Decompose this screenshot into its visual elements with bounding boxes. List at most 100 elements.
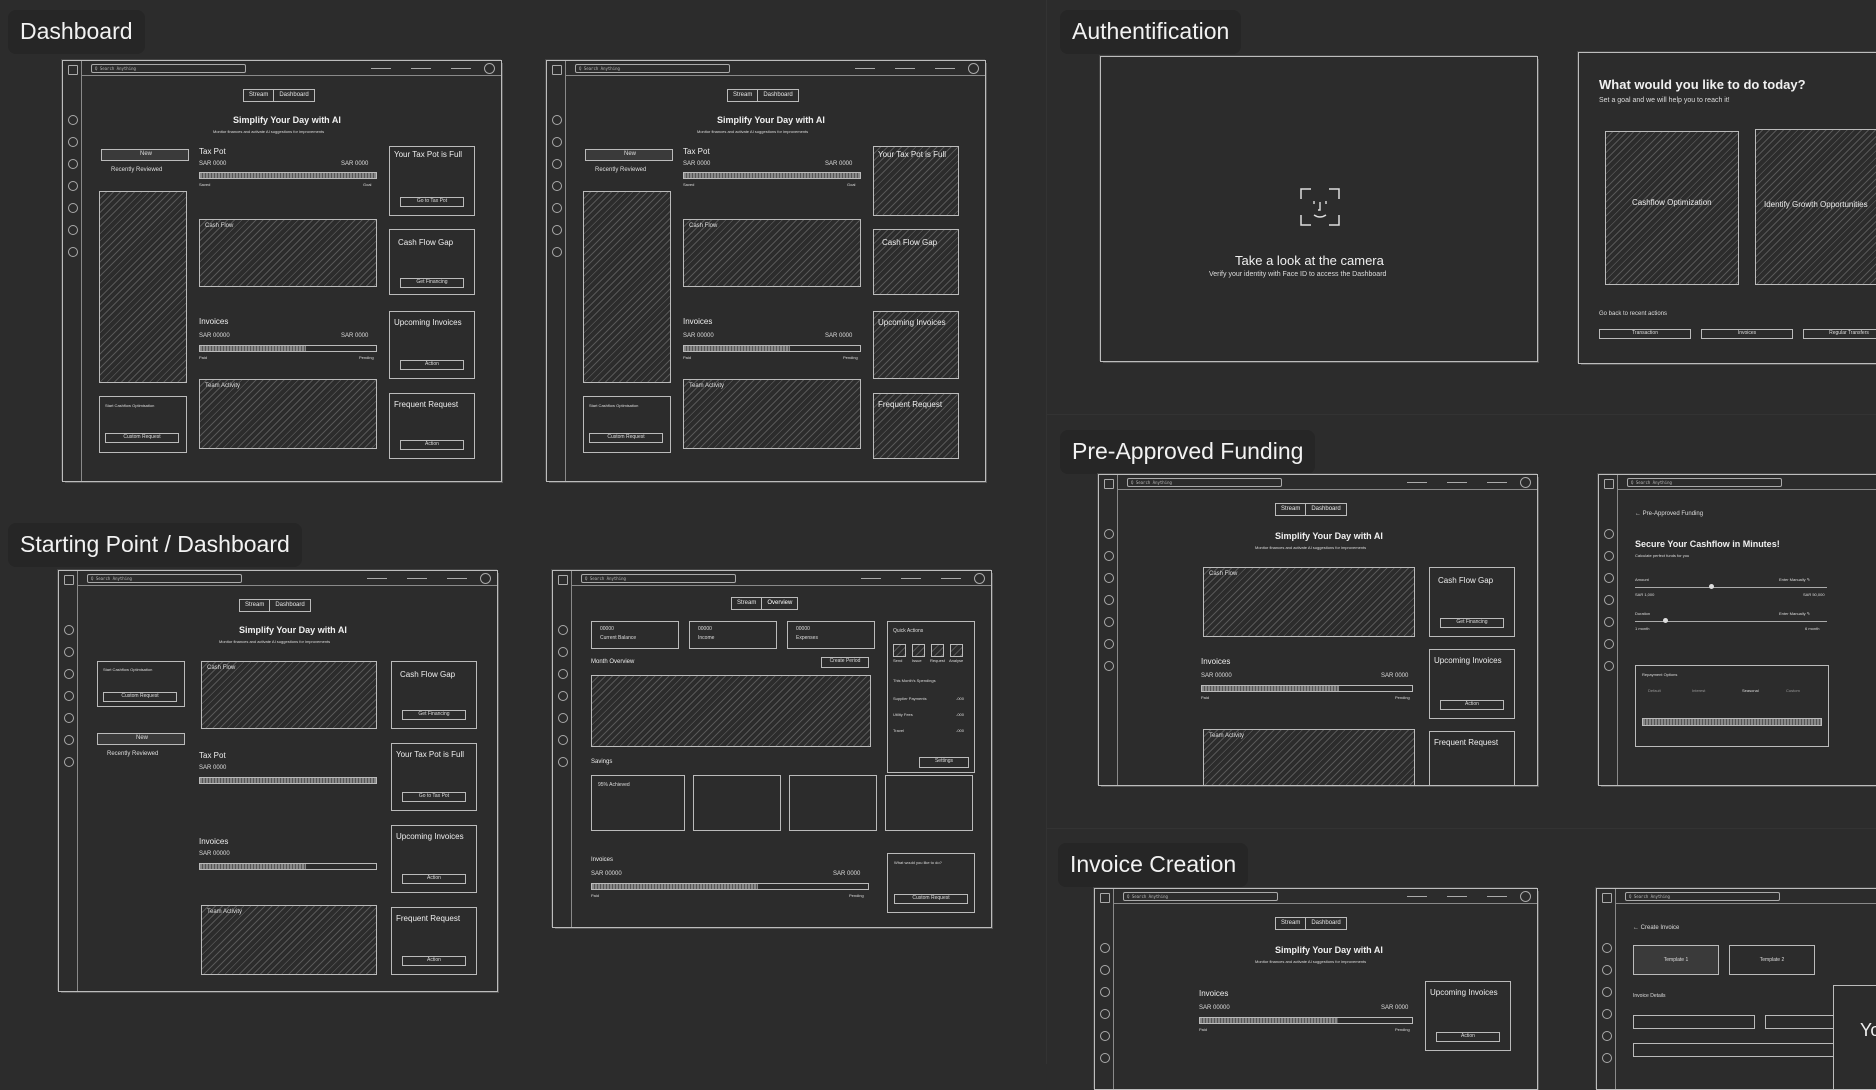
nav-icon[interactable] [558, 713, 568, 723]
nav-link[interactable] [1447, 896, 1467, 897]
custom-request-input[interactable]: Custom Request [103, 692, 177, 702]
nav-icon[interactable] [64, 691, 74, 701]
option-cashflow-optimization[interactable]: Cashflow Optimization [1605, 131, 1739, 285]
nav-icon[interactable] [1602, 1053, 1612, 1063]
nav-link[interactable] [1487, 482, 1507, 483]
action-button[interactable]: Action [400, 360, 464, 370]
nav-link[interactable] [895, 68, 915, 69]
nav-icon[interactable] [1104, 661, 1114, 671]
nav-icon[interactable] [552, 181, 562, 191]
invoice-field[interactable] [1633, 1015, 1755, 1029]
nav-icon[interactable] [1604, 661, 1614, 671]
template-1-card[interactable]: Template 1 [1633, 945, 1719, 975]
nav-icon[interactable] [1604, 595, 1614, 605]
settings-button[interactable]: Settings [919, 757, 969, 768]
action-button[interactable]: Action [1440, 700, 1504, 710]
tab-stream[interactable]: Stream [1276, 504, 1305, 515]
nav-icon[interactable] [558, 691, 568, 701]
nav-icon[interactable] [1602, 1009, 1612, 1019]
go-to-tax-pot-button[interactable]: Go to Tax Pot [400, 197, 464, 207]
nav-icon[interactable] [1104, 639, 1114, 649]
analyse-icon[interactable] [950, 644, 963, 657]
nav-icon[interactable] [1602, 943, 1612, 953]
avatar[interactable] [974, 573, 985, 584]
nav-icon[interactable] [558, 669, 568, 679]
new-button[interactable]: New [101, 149, 189, 161]
nav-link[interactable] [411, 68, 431, 69]
amount-slider-handle[interactable] [1709, 584, 1714, 589]
nav-icon[interactable] [558, 625, 568, 635]
nav-icon[interactable] [64, 713, 74, 723]
invoices-button[interactable]: Invoices [1701, 329, 1793, 339]
nav-icon[interactable] [68, 159, 78, 169]
nav-icon[interactable] [68, 181, 78, 191]
nav-link[interactable] [861, 578, 881, 579]
nav-icon[interactable] [1100, 1009, 1110, 1019]
tab-stream[interactable]: Stream [1276, 918, 1305, 929]
rep-tab-interest[interactable]: Interest [1692, 688, 1705, 693]
nav-link[interactable] [935, 68, 955, 69]
action-button[interactable]: Action [402, 956, 466, 966]
tab-dashboard[interactable]: Dashboard [757, 90, 797, 101]
nav-link[interactable] [901, 578, 921, 579]
nav-icon[interactable] [68, 115, 78, 125]
option-growth-opportunities[interactable]: Identify Growth Opportunities [1755, 129, 1876, 285]
nav-icon[interactable] [1602, 965, 1612, 975]
nav-link[interactable] [1487, 896, 1507, 897]
search-input[interactable]: Q Search Anything [1123, 892, 1278, 901]
search-input[interactable]: Q Search Anything [1127, 478, 1282, 487]
duration-slider-handle[interactable] [1663, 618, 1668, 623]
nav-icon[interactable] [1602, 987, 1612, 997]
nav-icon[interactable] [1100, 965, 1110, 975]
get-financing-button[interactable]: Get Financing [400, 278, 464, 288]
nav-link[interactable] [371, 68, 391, 69]
back-link[interactable]: ← Create Invoice [1633, 925, 1679, 931]
nav-link[interactable] [447, 578, 467, 579]
nav-icon[interactable] [1100, 987, 1110, 997]
nav-icon[interactable] [558, 735, 568, 745]
nav-icon[interactable] [1100, 1031, 1110, 1041]
nav-link[interactable] [941, 578, 961, 579]
tab-dashboard[interactable]: Dashboard [273, 90, 313, 101]
tab-stream[interactable]: Stream [244, 90, 273, 101]
transaction-button[interactable]: Transaction [1599, 329, 1691, 339]
template-2-card[interactable]: Template 2 [1729, 945, 1815, 975]
avatar[interactable] [484, 63, 495, 74]
nav-icon[interactable] [1100, 943, 1110, 953]
action-button[interactable]: Action [402, 874, 466, 884]
nav-icon[interactable] [64, 625, 74, 635]
issue-icon[interactable] [912, 644, 925, 657]
send-icon[interactable] [893, 644, 906, 657]
back-link[interactable]: ← Pre-Approved Funding [1635, 511, 1703, 517]
nav-icon[interactable] [1604, 529, 1614, 539]
get-financing-button[interactable]: Get Financing [1440, 618, 1504, 628]
nav-icon[interactable] [558, 757, 568, 767]
nav-link[interactable] [1447, 482, 1467, 483]
action-button[interactable]: Action [400, 440, 464, 450]
avatar[interactable] [1520, 891, 1531, 902]
tab-overview[interactable]: Overview [761, 598, 797, 609]
nav-link[interactable] [855, 68, 875, 69]
tab-dashboard[interactable]: Dashboard [1305, 918, 1345, 929]
nav-icon[interactable] [68, 225, 78, 235]
nav-icon[interactable] [1604, 573, 1614, 583]
nav-link[interactable] [451, 68, 471, 69]
nav-icon[interactable] [68, 247, 78, 257]
avatar[interactable] [480, 573, 491, 584]
nav-link[interactable] [1407, 896, 1427, 897]
avatar[interactable] [968, 63, 979, 74]
nav-link[interactable] [1407, 482, 1427, 483]
rep-tab-default[interactable]: Default [1648, 688, 1661, 693]
tab-stream[interactable]: Stream [240, 600, 269, 611]
search-input[interactable]: Q Search Anything [1625, 892, 1780, 901]
search-input[interactable]: Q Search Anything [91, 64, 246, 73]
nav-icon[interactable] [552, 137, 562, 147]
tab-dashboard[interactable]: Dashboard [1305, 504, 1345, 515]
search-input[interactable]: Q Search Anything [575, 64, 730, 73]
nav-icon[interactable] [552, 159, 562, 169]
nav-icon[interactable] [552, 115, 562, 125]
tab-dashboard[interactable]: Dashboard [269, 600, 309, 611]
amount-enter-manually[interactable]: Enter Manually ✎ [1779, 577, 1810, 582]
nav-icon[interactable] [64, 735, 74, 745]
new-button[interactable]: New [97, 733, 185, 745]
